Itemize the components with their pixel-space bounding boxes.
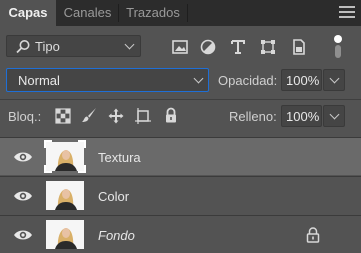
image-filter-icon[interactable] [171, 38, 189, 56]
opacity-input[interactable]: 100% [281, 69, 322, 91]
chevron-down-icon [193, 73, 204, 84]
tab-capas[interactable]: Capas [0, 0, 56, 26]
panel-tab-bar: Capas Canales Trazados [0, 0, 361, 26]
search-icon [16, 40, 30, 54]
filter-toggle-switch[interactable] [334, 35, 342, 59]
thumbnail-selection-frame [44, 140, 86, 173]
panel-menu-icon[interactable] [339, 6, 355, 20]
blend-mode-dropdown[interactable]: Normal [6, 68, 209, 92]
opacity-value: 100% [286, 73, 320, 88]
opacity-label: Opacidad: [218, 73, 278, 88]
smart-object-filter-icon[interactable] [290, 38, 308, 56]
portrait-thumbnail-image [46, 181, 84, 210]
shape-filter-icon[interactable] [259, 38, 277, 56]
blend-mode-value: Normal [18, 73, 60, 88]
layer-filter-dropdown[interactable]: Tipo [6, 35, 141, 57]
fill-label: Relleno: [229, 109, 277, 124]
lock-image-pixels-icon[interactable] [81, 107, 97, 123]
portrait-thumbnail-image [46, 220, 84, 249]
chevron-down-icon [124, 39, 135, 50]
lock-all-icon[interactable] [163, 107, 179, 123]
layer-row-color[interactable]: Color [0, 176, 361, 214]
opacity-dropdown-button[interactable] [323, 69, 345, 91]
tab-canales[interactable]: Canales [57, 0, 118, 26]
adjustment-filter-icon[interactable] [199, 38, 217, 56]
lock-position-icon[interactable] [108, 108, 124, 124]
visibility-eye-icon[interactable] [13, 229, 33, 241]
tab-separator [187, 4, 188, 22]
layer-row-textura[interactable]: Textura [0, 137, 361, 175]
type-filter-icon[interactable] [229, 38, 247, 56]
layer-thumbnail [46, 220, 84, 249]
chevron-down-icon [329, 109, 340, 120]
chevron-down-icon [329, 73, 340, 84]
layer-lock-icon[interactable] [306, 227, 320, 243]
visibility-eye-icon[interactable] [13, 190, 33, 202]
fill-dropdown-button[interactable] [323, 105, 345, 127]
lock-label: Bloq.: [8, 109, 42, 124]
layer-name[interactable]: Fondo [98, 228, 135, 243]
layer-name[interactable]: Color [98, 189, 129, 204]
layer-thumbnail [46, 181, 84, 210]
layer-filter-label: Tipo [35, 39, 60, 54]
layer-name[interactable]: Textura [98, 150, 141, 165]
layer-row-fondo[interactable]: Fondo [0, 215, 361, 253]
divider [0, 99, 361, 100]
lock-transparent-pixels-icon[interactable] [55, 108, 71, 124]
visibility-eye-icon[interactable] [13, 151, 33, 163]
fill-input[interactable]: 100% [281, 105, 322, 127]
lock-artboard-icon[interactable] [135, 108, 151, 124]
fill-value: 100% [286, 109, 320, 124]
tab-trazados[interactable]: Trazados [119, 0, 187, 26]
